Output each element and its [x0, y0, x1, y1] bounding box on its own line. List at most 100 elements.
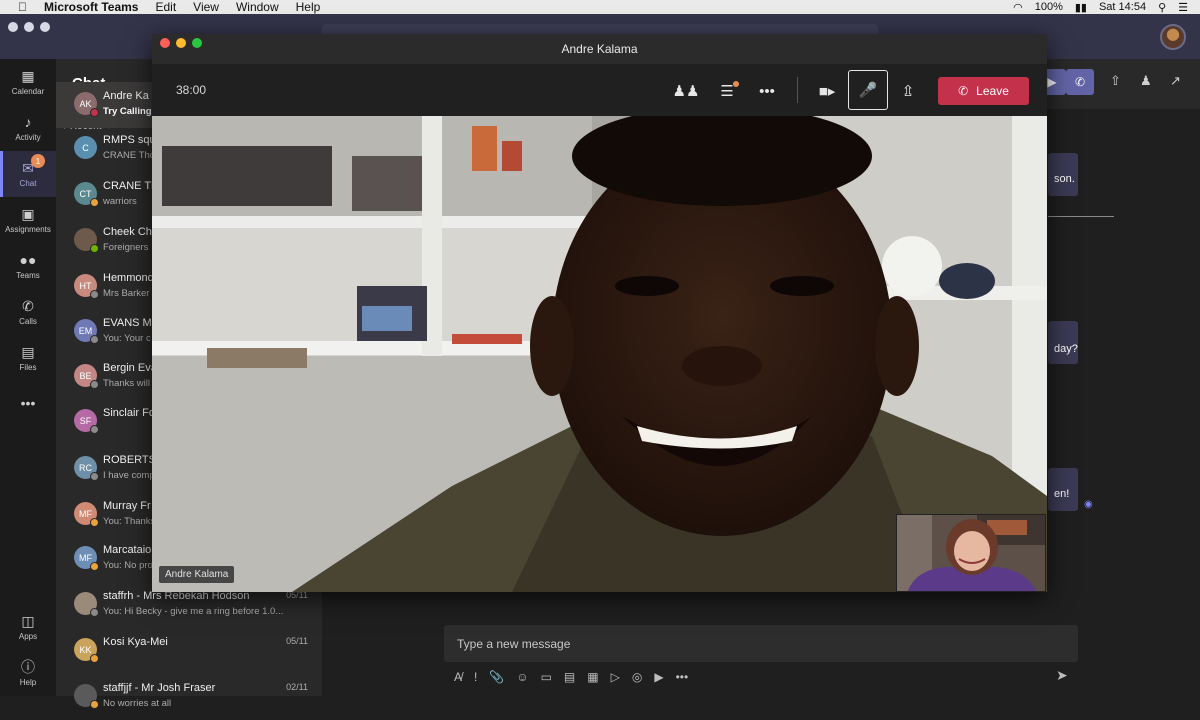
remote-video-feed: Andre Kalama [152, 116, 1047, 592]
chat-message-preview: You: Thanks [103, 516, 156, 527]
battery-percent: 100% [1034, 1, 1063, 13]
more-icon: ••• [20, 394, 36, 411]
zoom-window-button[interactable] [40, 22, 50, 32]
chat-message-preview: CRANE Tho [103, 150, 156, 161]
important-icon[interactable]: ! [474, 670, 477, 684]
self-view-video[interactable] [896, 514, 1046, 592]
apple-logo-icon[interactable]:  [18, 0, 30, 14]
chat-list-item[interactable]: KK Kosi Kya-Mei 05/11 [56, 628, 322, 674]
rail-calendar-label: Calendar [11, 87, 45, 96]
menu-app-name[interactable]: Microsoft Teams [44, 0, 138, 14]
apps-icon: ◫ [21, 613, 35, 629]
calendar-icon: ▦ [21, 68, 35, 84]
chat-message-preview: Mrs Barker [103, 288, 150, 299]
menu-view[interactable]: View [193, 0, 219, 14]
format-icon[interactable]: A̸ [454, 670, 462, 684]
leave-button[interactable]: ✆ Leave [938, 77, 1029, 105]
chat-message-preview: Try Calling [103, 106, 152, 117]
avatar-initials: AK [79, 98, 92, 109]
message-compose-box[interactable]: Type a new message [444, 625, 1078, 662]
stream-icon[interactable]: ▷ [611, 670, 620, 684]
praise-icon[interactable]: ◎ [632, 670, 642, 684]
zoom-call-window-button[interactable] [192, 38, 202, 48]
avatar-initials: SF [79, 415, 92, 426]
video-icon: ▶ [1047, 75, 1057, 89]
camera-icon[interactable]: ■▸ [813, 78, 841, 104]
chat-contact-name: EVANS M [103, 317, 152, 329]
rail-apps-label: Apps [18, 632, 38, 641]
more-actions-icon[interactable]: ••• [753, 78, 781, 104]
presence-status-icon [90, 244, 99, 253]
show-conversation-icon[interactable]: ☰ [713, 78, 741, 104]
menubar-status-area: ◠ 100% ▮▮ Sat 14:54 ⚲ ☰ [1013, 0, 1188, 14]
avatar: SF [74, 409, 99, 434]
chat-message-preview: Thanks will [103, 378, 150, 389]
leave-button-label: Leave [976, 84, 1009, 98]
chat-contact-name: Cheek Ch [103, 226, 152, 238]
presence-status-icon [90, 608, 99, 617]
battery-icon[interactable]: ▮▮ [1075, 1, 1087, 14]
presence-status-icon [90, 472, 99, 481]
microphone-button[interactable]: 🎤 [848, 70, 888, 110]
message-divider [1048, 216, 1114, 217]
minimize-call-window-button[interactable] [176, 38, 186, 48]
user-avatar[interactable] [1160, 24, 1186, 50]
rail-teams-label: Teams [16, 271, 40, 280]
phone-icon: ✆ [22, 298, 34, 314]
send-icon[interactable]: ➤ [1056, 667, 1068, 684]
chat-message-preview: No worries at all [103, 698, 172, 709]
sticker-icon[interactable]: ▤ [564, 670, 575, 684]
compose-toolbar: A̸ ! 📎 ☺ ▭ ▤ ▦ ▷ ◎ ▶ ••• [454, 668, 688, 686]
presence-status-icon [90, 518, 99, 527]
more-options-icon[interactable]: ••• [676, 670, 689, 684]
rail-activity[interactable]: ♪ Activity [0, 105, 56, 151]
rail-help[interactable]: ⓘ Help [0, 650, 56, 696]
share-tray-icon[interactable]: ⇫ [894, 78, 922, 104]
rail-teams[interactable]: ●● Teams [0, 243, 56, 289]
pop-out-icon[interactable]: ↗ [1170, 73, 1181, 89]
participant-name-label: Andre Kalama [159, 566, 235, 583]
share-screen-icon[interactable]: ⇧ [1110, 73, 1121, 89]
menu-help[interactable]: Help [296, 0, 321, 14]
participants-icon[interactable]: ♟♟ [672, 78, 700, 104]
presence-status-icon [90, 290, 99, 299]
spotlight-search-icon[interactable]: ⚲ [1158, 1, 1166, 14]
chat-list-item[interactable]: staffjjf - Mr Josh Fraser No worries at a… [56, 674, 322, 720]
avatar-initials: CT [79, 188, 92, 199]
rail-apps[interactable]: ◫ Apps [0, 604, 56, 650]
rail-assignments[interactable]: ▣ Assignments [0, 197, 56, 243]
rail-more[interactable]: ••• [0, 381, 56, 427]
gif-icon[interactable]: ▭ [541, 670, 552, 684]
rail-chat[interactable]: ✉ Chat 1 [0, 151, 56, 197]
close-call-window-button[interactable] [160, 38, 170, 48]
wifi-icon[interactable]: ◠ [1013, 1, 1023, 14]
chat-contact-name: Kosi Kya-Mei [103, 636, 168, 648]
close-window-button[interactable] [8, 22, 18, 32]
avatar-initials: HT [79, 280, 92, 291]
rail-activity-label: Activity [15, 133, 41, 142]
minimize-window-button[interactable] [24, 22, 34, 32]
avatar-initials: BE [79, 370, 92, 381]
control-center-icon[interactable]: ☰ [1178, 1, 1188, 14]
meet-now-icon[interactable]: ▦ [587, 670, 598, 684]
attach-icon[interactable]: 📎 [489, 670, 504, 684]
rail-calls[interactable]: ✆ Calls [0, 289, 56, 335]
rail-calendar[interactable]: ▦ Calendar [0, 59, 56, 105]
audio-call-button[interactable]: ✆ [1066, 69, 1094, 95]
presence-status-icon [90, 380, 99, 389]
rail-assignments-label: Assignments [5, 225, 51, 234]
play-icon[interactable]: ▶ [654, 670, 663, 684]
add-people-icon[interactable]: ♟ [1140, 73, 1152, 89]
avatar: C [74, 136, 97, 159]
emoji-icon[interactable]: ☺ [516, 670, 528, 684]
menu-window[interactable]: Window [236, 0, 279, 14]
file-icon: ▤ [21, 344, 35, 360]
rail-files[interactable]: ▤ Files [0, 335, 56, 381]
chat-contact-name: Sinclair Fo [103, 407, 155, 419]
clock[interactable]: Sat 14:54 [1099, 1, 1146, 13]
menu-edit[interactable]: Edit [155, 0, 176, 14]
avatar: AK [74, 92, 99, 117]
app-rail: ▦ Calendar ♪ Activity ✉ Chat 1 ▣ Assignm… [0, 59, 56, 696]
chat-contact-name: staffjjf - Mr Josh Fraser [103, 682, 216, 694]
avatar: MF [74, 546, 99, 571]
